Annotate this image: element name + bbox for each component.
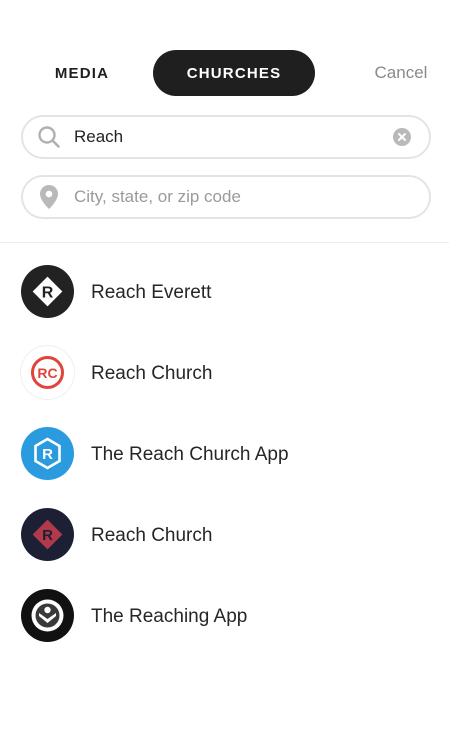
reaching-app-logo — [21, 589, 74, 642]
divider — [0, 242, 449, 243]
tab-churches[interactable]: CHURCHES — [153, 50, 315, 96]
svg-text:R: R — [42, 527, 53, 544]
list-item[interactable]: R Reach Church — [0, 495, 449, 576]
location-pin-icon — [36, 184, 62, 210]
reach-church-diamond-logo: R — [21, 508, 74, 561]
list-item[interactable]: The Reaching App — [0, 576, 449, 657]
cancel-button[interactable]: Cancel — [366, 50, 436, 96]
clear-icon[interactable] — [393, 128, 411, 146]
list-item[interactable]: R The Reach Church App — [0, 414, 449, 495]
reach-church-app-logo: R — [21, 427, 74, 480]
list-item-label: Reach Church — [91, 524, 213, 546]
search-icon — [36, 124, 62, 150]
location-field[interactable] — [21, 175, 431, 219]
list-item[interactable]: R Reach Everett — [0, 252, 449, 333]
search-field[interactable] — [21, 115, 431, 159]
list-item-label: Reach Church — [91, 362, 213, 384]
list-item-label: Reach Everett — [91, 281, 212, 303]
list-item[interactable]: RC Reach Church — [0, 333, 449, 414]
list-item-label: The Reaching App — [91, 605, 248, 627]
svg-text:R: R — [42, 285, 54, 302]
results-list: R Reach Everett RC Reach Church R The Re… — [0, 252, 449, 657]
search-input[interactable] — [74, 122, 374, 152]
reach-everett-logo: R — [21, 265, 74, 318]
segmented-tabs: MEDIA CHURCHES Cancel — [0, 50, 449, 98]
tab-media[interactable]: MEDIA — [42, 50, 122, 96]
list-item-label: The Reach Church App — [91, 443, 289, 465]
reach-church-rc-logo: RC — [21, 346, 74, 399]
svg-text:R: R — [42, 446, 53, 463]
svg-text:RC: RC — [37, 365, 57, 381]
location-input[interactable] — [74, 182, 374, 212]
church-search-screen: MEDIA CHURCHES Cancel Reach City, state,… — [0, 0, 449, 743]
